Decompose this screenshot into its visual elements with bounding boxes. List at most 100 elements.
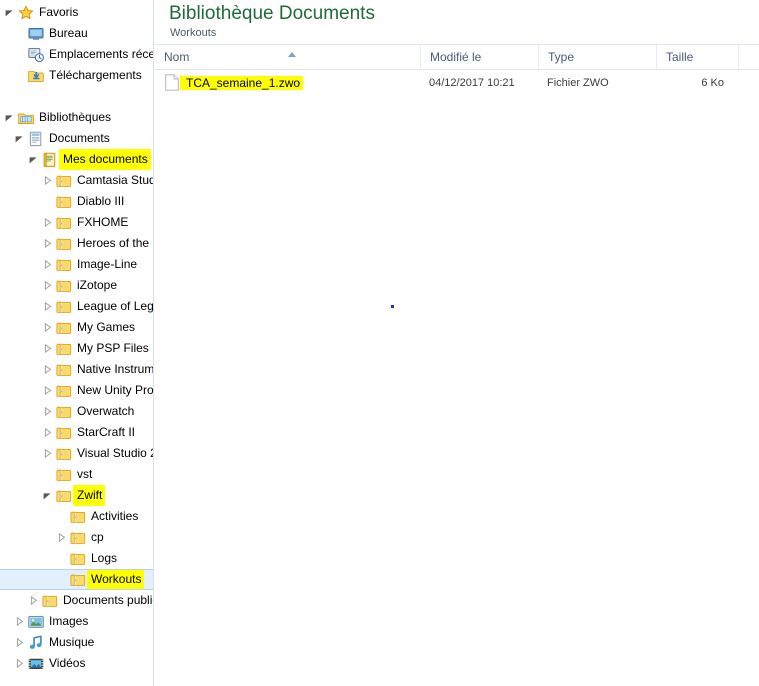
tree-item-musique[interactable]: Musique: [0, 632, 153, 653]
chevron-right-icon[interactable]: [40, 275, 55, 296]
chevron-down-icon[interactable]: [40, 485, 55, 506]
chevron-right-icon[interactable]: [40, 296, 55, 317]
chevron-right-icon[interactable]: [12, 632, 27, 653]
column-header-label: Taille: [666, 50, 694, 64]
tree-item-vid-os[interactable]: Vidéos: [0, 653, 153, 674]
tree-item-diablo-iii[interactable]: Diablo III: [0, 191, 153, 212]
tree-item-cp[interactable]: cp: [0, 527, 153, 548]
tree-item-vst[interactable]: vst: [0, 464, 153, 485]
column-header-row[interactable]: Nom Modifié le Type Taille: [155, 44, 759, 70]
tree-item-label: Heroes of the Storm: [77, 236, 153, 250]
chevron-right-icon[interactable]: [40, 170, 55, 191]
music-lib-icon: [27, 632, 45, 653]
tree-item-emplacements-r-cents[interactable]: Emplacements récents: [0, 44, 153, 65]
tree-item-documents[interactable]: Documents: [0, 128, 153, 149]
tree-item-izotope[interactable]: iZotope: [0, 275, 153, 296]
tree-item-mes-documents[interactable]: Mes documents: [0, 149, 153, 170]
column-header-label: Type: [548, 50, 575, 64]
tree-item-label: Musique: [49, 635, 95, 649]
chevron-right-icon[interactable]: [54, 527, 69, 548]
pictures-lib-icon: [27, 611, 45, 632]
tree-item-label: League of Legends: [77, 299, 153, 313]
tree-item-label: Images: [49, 614, 89, 628]
file-list-row[interactable]: TCA_semaine_1.zwo 04/12/2017 10:21 Fichier…: [155, 70, 759, 95]
tree-group-spacer: [0, 86, 153, 107]
file-name-label: TCA_semaine_1.zwo: [180, 75, 304, 90]
folder-tree[interactable]: Favoris Bureau Emplacements récents Télécha…: [0, 0, 153, 674]
tree-item-visual-studio-2015[interactable]: Visual Studio 2015: [0, 443, 153, 464]
tree-item-label: Emplacements récents: [49, 47, 153, 61]
tree-item-t-l-chargements[interactable]: Téléchargements: [0, 65, 153, 86]
tree-item-label: Activities: [91, 509, 139, 523]
column-header-type[interactable]: Type: [538, 45, 656, 69]
tree-item-logs[interactable]: Logs: [0, 548, 153, 569]
tree-item-documents-publics[interactable]: Documents publics: [0, 590, 153, 611]
downloads-icon: [27, 65, 45, 86]
tree-item-my-games[interactable]: My Games: [0, 317, 153, 338]
tree-item-fxhome[interactable]: FXHOME: [0, 212, 153, 233]
tree-item-my-psp-files[interactable]: My PSP Files: [0, 338, 153, 359]
tree-item-league-of-legends[interactable]: League of Legends: [0, 296, 153, 317]
sort-ascending-icon: [286, 47, 298, 61]
column-header-taille[interactable]: Taille: [656, 45, 738, 69]
tree-item-favoris[interactable]: Favoris: [0, 2, 153, 23]
chevron-right-icon[interactable]: [40, 212, 55, 233]
chevron-right-icon[interactable]: [40, 233, 55, 254]
tree-item-new-unity-project[interactable]: New Unity Project: [0, 380, 153, 401]
tree-item-biblioth-ques[interactable]: Bibliothèques: [0, 107, 153, 128]
tree-item-workouts[interactable]: Workouts: [0, 569, 153, 590]
chevron-right-icon[interactable]: [40, 254, 55, 275]
tree-item-zwift[interactable]: Zwift: [0, 485, 153, 506]
chevron-down-icon[interactable]: [26, 149, 41, 170]
folder-icon: [55, 275, 73, 296]
chevron-down-icon[interactable]: [12, 128, 27, 149]
chevron-right-icon[interactable]: [40, 359, 55, 380]
folder-icon: [41, 590, 59, 611]
chevron-right-icon[interactable]: [40, 380, 55, 401]
chevron-down-icon[interactable]: [2, 2, 17, 23]
chevron-down-icon[interactable]: [2, 107, 17, 128]
chevron-right-icon[interactable]: [40, 338, 55, 359]
tree-item-activities[interactable]: Activities: [0, 506, 153, 527]
tree-item-image-line[interactable]: Image-Line: [0, 254, 153, 275]
tree-item-label: Téléchargements: [49, 68, 142, 82]
chevron-right-icon[interactable]: [26, 590, 41, 611]
chevron-right-icon[interactable]: [12, 611, 27, 632]
file-name-cell[interactable]: TCA_semaine_1.zwo: [155, 73, 420, 93]
file-list[interactable]: TCA_semaine_1.zwo 04/12/2017 10:21 Fichier…: [155, 70, 759, 95]
tree-item-overwatch[interactable]: Overwatch: [0, 401, 153, 422]
chevron-right-icon[interactable]: [40, 317, 55, 338]
tree-item-heroes-of-the-storm[interactable]: Heroes of the Storm: [0, 233, 153, 254]
tree-item-bureau[interactable]: Bureau: [0, 23, 153, 44]
tree-item-starcraft-ii[interactable]: StarCraft II: [0, 422, 153, 443]
chevron-right-icon[interactable]: [40, 443, 55, 464]
folder-icon: [55, 464, 73, 485]
tree-item-label: My Games: [77, 320, 136, 334]
navigation-pane[interactable]: Favoris Bureau Emplacements récents Télécha…: [0, 0, 153, 686]
tree-item-label: iZotope: [77, 278, 118, 292]
tree-item-images[interactable]: Images: [0, 611, 153, 632]
tree-item-camtasia-studio[interactable]: Camtasia Studio: [0, 170, 153, 191]
tree-item-label: Bibliothèques: [39, 110, 112, 124]
chevron-right-icon[interactable]: [40, 422, 55, 443]
chevron-right-icon[interactable]: [40, 401, 55, 422]
column-header-spacer[interactable]: [738, 45, 759, 69]
videos-lib-icon: [27, 653, 45, 674]
chevron-right-icon[interactable]: [12, 653, 27, 674]
folder-icon: [55, 170, 73, 191]
tree-item-native-instruments[interactable]: Native Instruments: [0, 359, 153, 380]
column-header-modifi-le[interactable]: Modifié le: [420, 45, 538, 69]
